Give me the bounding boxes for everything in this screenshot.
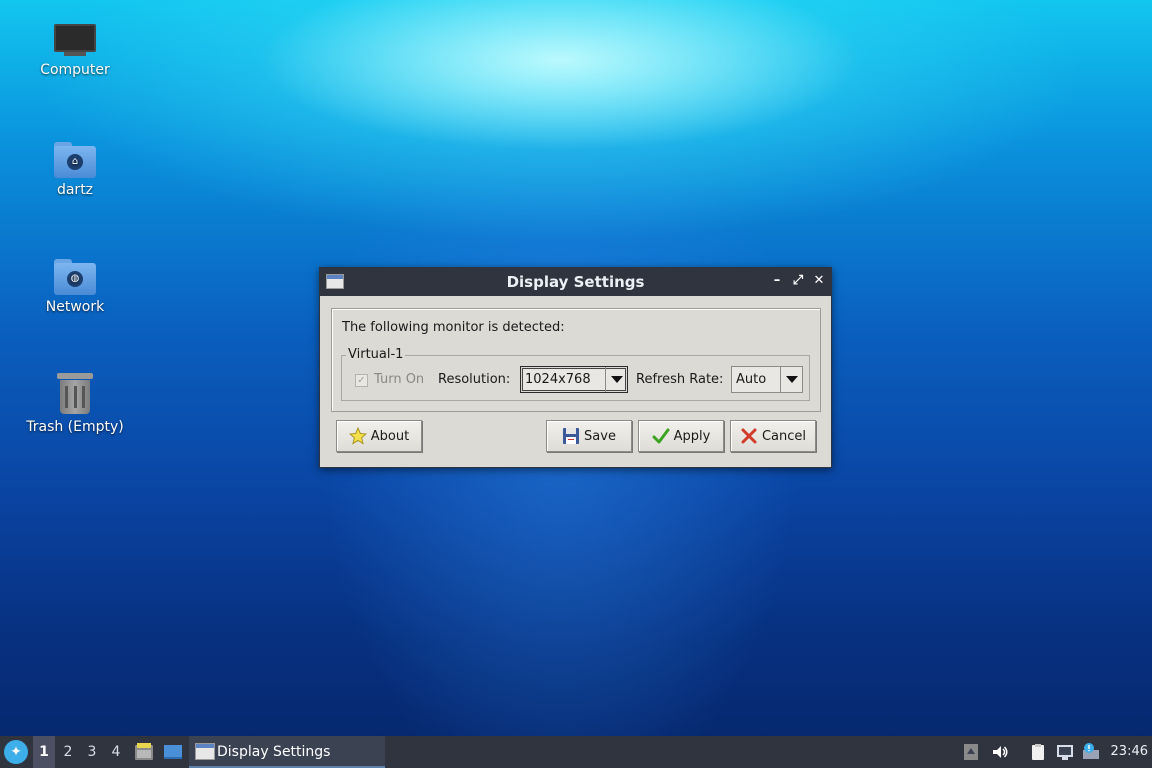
volume-icon[interactable]	[991, 743, 1009, 761]
task-label: Display Settings	[217, 744, 331, 760]
star-icon	[348, 426, 368, 445]
turn-on-checkbox[interactable]: ✓	[355, 374, 368, 387]
cancel-label: Cancel	[761, 428, 807, 444]
desktop-icon-label: Computer	[40, 62, 110, 78]
desktop-icon-home[interactable]: ⌂ dartz	[20, 140, 130, 198]
workspace-2[interactable]: 2	[60, 744, 76, 760]
detected-text: The following monitor is detected:	[342, 320, 565, 335]
dialog-titlebar[interactable]: Display Settings – ⤢ ✕	[320, 268, 831, 296]
tray-expand-icon[interactable]	[962, 743, 980, 761]
workspace-4[interactable]: 4	[108, 744, 124, 760]
show-desktop-icon[interactable]	[163, 742, 183, 762]
trash-icon	[57, 373, 93, 415]
refresh-rate-combo[interactable]: Auto	[731, 366, 803, 393]
chevron-down-icon[interactable]	[605, 367, 627, 392]
turn-on-label: Turn On	[374, 372, 425, 387]
save-button[interactable]: Save	[546, 420, 632, 452]
save-label: Save	[584, 428, 616, 444]
apply-button[interactable]: Apply	[638, 420, 724, 452]
desktop-icon-label: Trash (Empty)	[26, 419, 124, 435]
apply-label: Apply	[673, 428, 711, 444]
minimize-icon[interactable]: –	[768, 272, 786, 290]
network-folder-icon: ◍	[54, 257, 96, 295]
refresh-rate-value: Auto	[736, 372, 767, 387]
resolution-value: 1024x768	[525, 372, 591, 387]
file-manager-icon[interactable]	[134, 742, 154, 762]
clock[interactable]: 23:46	[1111, 744, 1148, 759]
desktop-icon-computer[interactable]: Computer	[20, 24, 130, 78]
resolution-label: Resolution:	[438, 372, 511, 387]
clipboard-icon[interactable]	[1029, 743, 1047, 761]
notification-icon[interactable]	[1082, 743, 1100, 761]
cancel-button[interactable]: Cancel	[730, 420, 816, 452]
refresh-rate-label: Refresh Rate:	[636, 372, 724, 387]
taskbar-task-display-settings[interactable]: Display Settings	[189, 736, 385, 768]
workspace-1[interactable]: 1	[36, 744, 52, 760]
desktop-icon-label: Network	[45, 299, 105, 315]
cancel-x-icon	[740, 427, 758, 445]
resolution-combo[interactable]: 1024x768	[520, 366, 628, 393]
display-settings-dialog: Display Settings – ⤢ ✕ The following mon…	[319, 267, 832, 468]
window-icon	[195, 743, 215, 760]
monitor-group: Virtual-1 ✓ Turn On Resolution: 1024x768…	[341, 347, 810, 401]
about-button[interactable]: About	[336, 420, 422, 452]
network-monitor-icon[interactable]	[1056, 743, 1074, 761]
monitor-frame: The following monitor is detected: Virtu…	[331, 308, 821, 412]
maximize-icon[interactable]: ⤢	[789, 272, 807, 290]
dialog-title: Display Settings	[506, 273, 645, 291]
start-menu-icon[interactable]: ✦	[4, 740, 28, 764]
about-label: About	[370, 428, 410, 444]
checkmark-icon	[652, 427, 670, 445]
workspace-3[interactable]: 3	[84, 744, 100, 760]
close-icon[interactable]: ✕	[810, 272, 828, 290]
monitor-name: Virtual-1	[346, 347, 406, 362]
home-folder-icon: ⌂	[54, 140, 96, 178]
desktop-icon-network[interactable]: ◍ Network	[20, 257, 130, 315]
chevron-down-icon[interactable]	[780, 367, 802, 392]
computer-icon	[54, 24, 96, 58]
desktop-icon-trash[interactable]: Trash (Empty)	[20, 373, 130, 435]
floppy-icon	[562, 427, 580, 445]
taskbar: ✦ 1 2 3 4 Display Settings 23:46	[0, 736, 1152, 768]
desktop-icon-label: dartz	[56, 182, 94, 198]
